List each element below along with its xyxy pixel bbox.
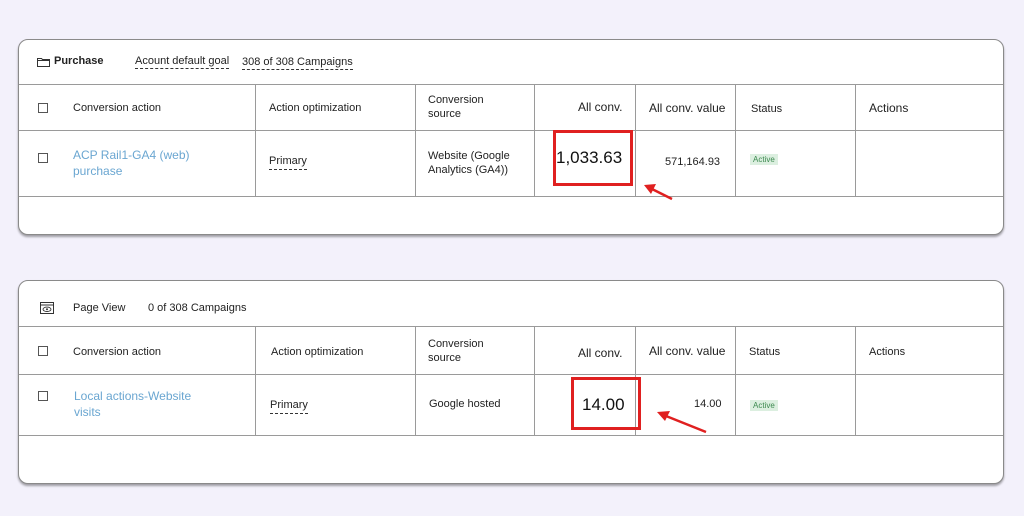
arrow-annotation-1 bbox=[644, 184, 673, 201]
annotation-arrows bbox=[644, 184, 707, 434]
arrow-annotation-2 bbox=[657, 411, 707, 434]
